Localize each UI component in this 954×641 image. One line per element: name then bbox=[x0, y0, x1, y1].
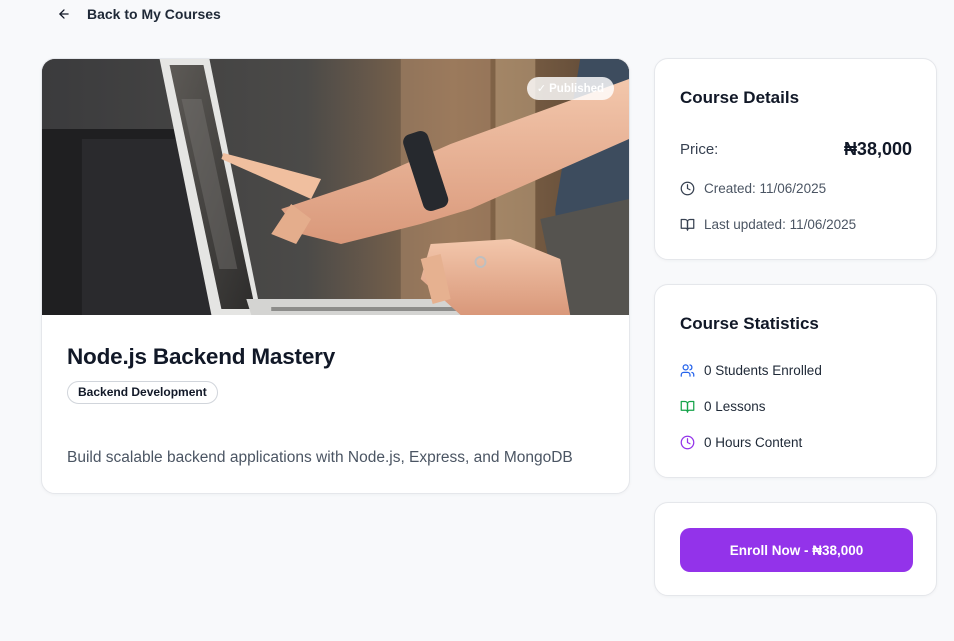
lessons-row: 0 Lessons bbox=[680, 399, 766, 414]
back-to-courses-link[interactable]: Back to My Courses bbox=[57, 4, 221, 24]
updated-date: Last updated: 11/06/2025 bbox=[704, 217, 857, 232]
arrow-left-icon bbox=[59, 9, 69, 19]
lessons-count: 0 Lessons bbox=[704, 399, 766, 414]
course-title: Node.js Backend Mastery bbox=[67, 344, 336, 369]
price-row: Price: ₦38,000 bbox=[680, 139, 912, 160]
created-date-row: Created: 11/06/2025 bbox=[680, 181, 826, 196]
category-badge: Backend Development bbox=[67, 381, 218, 404]
course-details-title: Course Details bbox=[680, 88, 800, 107]
students-enrolled: 0 Students Enrolled bbox=[704, 363, 822, 378]
course-card-body: Node.js Backend Mastery Backend Developm… bbox=[42, 315, 629, 468]
price-value: ₦38,000 bbox=[843, 139, 912, 159]
book-open-icon bbox=[680, 218, 695, 231]
price-label: Price: bbox=[680, 141, 719, 158]
status-badge-label: Published bbox=[549, 82, 605, 95]
students-enrolled-row: 0 Students Enrolled bbox=[680, 363, 822, 378]
users-icon bbox=[680, 364, 695, 377]
enroll-now-button[interactable]: Enroll Now - ₦38,000 bbox=[680, 528, 913, 572]
course-description: Build scalable backend applications with… bbox=[67, 449, 573, 466]
enroll-card: Enroll Now - ₦38,000 bbox=[654, 502, 937, 596]
course-cover-image: ✓ Published bbox=[42, 59, 629, 315]
course-card: ✓ Published Node.js Backend Mastery Back… bbox=[41, 58, 630, 494]
created-date: Created: 11/06/2025 bbox=[704, 181, 827, 196]
clock-icon bbox=[680, 181, 695, 196]
updated-date-row: Last updated: 11/06/2025 bbox=[680, 217, 856, 232]
course-details-card: Course Details Price: ₦38,000 Created: 1… bbox=[654, 58, 937, 260]
check-icon: ✓ bbox=[536, 83, 547, 95]
course-statistics-title: Course Statistics bbox=[680, 314, 819, 333]
status-badge: ✓ Published bbox=[527, 77, 614, 100]
back-link-label: Back to My Courses bbox=[87, 6, 221, 22]
course-statistics-card: Course Statistics 0 Students Enrolled 0 … bbox=[654, 284, 937, 478]
hours-content: 0 Hours Content bbox=[704, 435, 803, 450]
clock-icon bbox=[680, 435, 695, 450]
book-open-icon bbox=[680, 400, 695, 413]
hours-content-row: 0 Hours Content bbox=[680, 435, 802, 450]
